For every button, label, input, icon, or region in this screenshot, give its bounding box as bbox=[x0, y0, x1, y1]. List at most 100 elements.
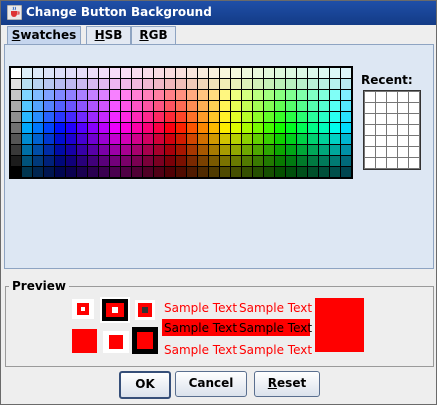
swatch-cell[interactable] bbox=[121, 79, 131, 89]
swatch-cell[interactable] bbox=[209, 101, 219, 111]
swatch-cell[interactable] bbox=[330, 90, 340, 100]
swatch-cell[interactable] bbox=[99, 167, 109, 177]
swatch-cell[interactable] bbox=[231, 90, 241, 100]
swatch-cell[interactable] bbox=[77, 101, 87, 111]
swatch-cell[interactable] bbox=[187, 101, 197, 111]
swatch-cell[interactable] bbox=[55, 156, 65, 166]
swatch-cell[interactable] bbox=[220, 90, 230, 100]
swatch-cell[interactable] bbox=[319, 90, 329, 100]
swatch-cell[interactable] bbox=[154, 167, 164, 177]
swatch-cell[interactable] bbox=[121, 68, 131, 78]
swatch-cell[interactable] bbox=[165, 90, 175, 100]
swatch-cell[interactable] bbox=[253, 134, 263, 144]
swatch-cell[interactable] bbox=[165, 68, 175, 78]
recent-swatch-cell[interactable] bbox=[398, 158, 408, 168]
swatch-cell[interactable] bbox=[297, 167, 307, 177]
swatch-cell[interactable] bbox=[99, 134, 109, 144]
swatch-cell[interactable] bbox=[231, 68, 241, 78]
swatch-cell[interactable] bbox=[253, 79, 263, 89]
recent-swatch-cell[interactable] bbox=[409, 125, 419, 135]
swatch-cell[interactable] bbox=[143, 90, 153, 100]
swatch-cell[interactable] bbox=[264, 112, 274, 122]
swatch-cell[interactable] bbox=[308, 123, 318, 133]
recent-swatch-cell[interactable] bbox=[387, 92, 397, 102]
swatch-cell[interactable] bbox=[275, 145, 285, 155]
swatch-cell[interactable] bbox=[121, 101, 131, 111]
swatch-cell[interactable] bbox=[198, 167, 208, 177]
swatch-cell[interactable] bbox=[264, 145, 274, 155]
recent-swatch-cell[interactable] bbox=[398, 92, 408, 102]
swatch-cell[interactable] bbox=[253, 112, 263, 122]
swatch-cell[interactable] bbox=[220, 134, 230, 144]
recent-swatch-cell[interactable] bbox=[365, 125, 375, 135]
swatch-cell[interactable] bbox=[220, 79, 230, 89]
swatch-cell[interactable] bbox=[22, 112, 32, 122]
swatch-cell[interactable] bbox=[231, 101, 241, 111]
swatch-cell[interactable] bbox=[33, 101, 43, 111]
swatch-cell[interactable] bbox=[121, 134, 131, 144]
swatch-cell[interactable] bbox=[275, 156, 285, 166]
swatch-cell[interactable] bbox=[132, 68, 142, 78]
swatch-cell[interactable] bbox=[66, 101, 76, 111]
swatch-cell[interactable] bbox=[341, 145, 351, 155]
swatch-cell[interactable] bbox=[187, 68, 197, 78]
swatch-cell[interactable] bbox=[330, 167, 340, 177]
swatch-cell[interactable] bbox=[231, 112, 241, 122]
swatch-cell[interactable] bbox=[297, 156, 307, 166]
swatch-cell[interactable] bbox=[275, 101, 285, 111]
swatch-cell[interactable] bbox=[143, 79, 153, 89]
swatch-cell[interactable] bbox=[341, 68, 351, 78]
swatch-cell[interactable] bbox=[88, 68, 98, 78]
swatch-cell[interactable] bbox=[44, 79, 54, 89]
recent-swatch-cell[interactable] bbox=[376, 103, 386, 113]
swatch-cell[interactable] bbox=[121, 112, 131, 122]
swatch-cell[interactable] bbox=[341, 123, 351, 133]
swatch-cell[interactable] bbox=[297, 90, 307, 100]
swatch-cell[interactable] bbox=[165, 156, 175, 166]
swatch-cell[interactable] bbox=[33, 90, 43, 100]
swatch-cell[interactable] bbox=[176, 145, 186, 155]
swatch-cell[interactable] bbox=[220, 101, 230, 111]
swatch-cell[interactable] bbox=[88, 134, 98, 144]
swatch-cell[interactable] bbox=[176, 134, 186, 144]
swatch-cell[interactable] bbox=[220, 167, 230, 177]
recent-swatch-cell[interactable] bbox=[387, 114, 397, 124]
swatch-cell[interactable] bbox=[77, 167, 87, 177]
swatch-cell[interactable] bbox=[22, 123, 32, 133]
swatch-cell[interactable] bbox=[308, 79, 318, 89]
swatch-cell[interactable] bbox=[319, 68, 329, 78]
swatch-cell[interactable] bbox=[33, 156, 43, 166]
swatch-cell[interactable] bbox=[55, 123, 65, 133]
swatch-cell[interactable] bbox=[22, 90, 32, 100]
swatch-cell[interactable] bbox=[110, 167, 120, 177]
swatch-cell[interactable] bbox=[165, 145, 175, 155]
swatch-cell[interactable] bbox=[44, 145, 54, 155]
swatch-cell[interactable] bbox=[154, 79, 164, 89]
recent-swatch-cell[interactable] bbox=[387, 158, 397, 168]
swatch-cell[interactable] bbox=[11, 68, 21, 78]
swatch-cell[interactable] bbox=[341, 167, 351, 177]
swatch-cell[interactable] bbox=[176, 101, 186, 111]
swatch-cell[interactable] bbox=[319, 145, 329, 155]
recent-swatch-cell[interactable] bbox=[376, 147, 386, 157]
swatch-cell[interactable] bbox=[66, 134, 76, 144]
swatch-cell[interactable] bbox=[55, 112, 65, 122]
recent-swatch-cell[interactable] bbox=[398, 125, 408, 135]
swatch-cell[interactable] bbox=[88, 123, 98, 133]
swatch-cell[interactable] bbox=[165, 112, 175, 122]
swatch-cell[interactable] bbox=[253, 101, 263, 111]
swatch-cell[interactable] bbox=[319, 134, 329, 144]
swatch-cell[interactable] bbox=[341, 134, 351, 144]
swatch-cell[interactable] bbox=[22, 79, 32, 89]
swatch-cell[interactable] bbox=[22, 68, 32, 78]
swatch-cell[interactable] bbox=[44, 90, 54, 100]
swatch-cell[interactable] bbox=[33, 112, 43, 122]
ok-button[interactable]: OK bbox=[119, 371, 171, 399]
swatch-cell[interactable] bbox=[209, 68, 219, 78]
swatch-cell[interactable] bbox=[297, 134, 307, 144]
swatch-cell[interactable] bbox=[22, 167, 32, 177]
swatch-cell[interactable] bbox=[286, 145, 296, 155]
swatch-cell[interactable] bbox=[319, 101, 329, 111]
swatch-cell[interactable] bbox=[110, 112, 120, 122]
swatch-cell[interactable] bbox=[22, 101, 32, 111]
